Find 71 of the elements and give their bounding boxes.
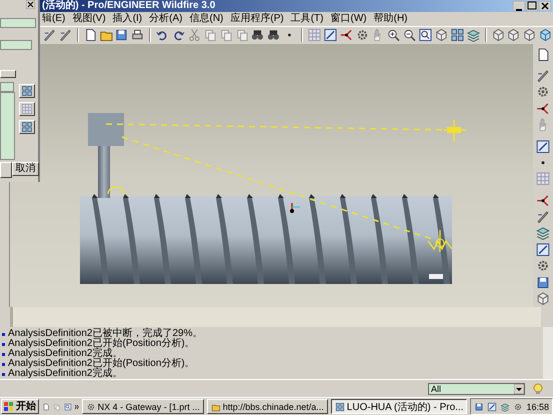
bullet-icon xyxy=(2,362,5,366)
axis-marker-icon xyxy=(427,229,453,252)
plane-icon[interactable] xyxy=(322,27,338,44)
pattern-icon xyxy=(334,402,345,412)
window-title: (活动的) - Pro/ENGINEER Wildfire 3.0 xyxy=(42,0,216,12)
zoom-in-icon[interactable] xyxy=(386,27,402,44)
pattern-icon[interactable] xyxy=(450,27,465,44)
bullet-icon xyxy=(2,352,5,356)
input-field[interactable] xyxy=(0,18,36,28)
cube-icon[interactable] xyxy=(490,27,506,44)
close-button[interactable] xyxy=(26,0,35,9)
taskbar-button[interactable]: LUO-HUA (活动的) - Pro... xyxy=(330,399,468,414)
pattern-icon[interactable] xyxy=(19,84,35,98)
message-text: AnalysisDefinition2完成。 xyxy=(8,349,122,360)
clock-text: 16:58 xyxy=(526,402,550,412)
cube-icon[interactable] xyxy=(535,291,551,307)
cube-icon[interactable] xyxy=(434,27,449,44)
bullet-icon xyxy=(2,372,5,376)
axis-icon[interactable] xyxy=(535,100,551,116)
sketch-icon[interactable] xyxy=(535,209,551,224)
maximize-button[interactable] xyxy=(526,1,538,11)
menu-item[interactable]: 工具(T) xyxy=(290,12,324,26)
cancel-button[interactable]: 取消 xyxy=(12,162,39,176)
zoom-out-icon[interactable] xyxy=(402,27,418,44)
layers-icon[interactable] xyxy=(466,27,481,44)
menu-item[interactable]: 帮助(H) xyxy=(374,12,408,26)
plane-icon[interactable] xyxy=(487,402,498,412)
menu-item[interactable]: 信息(N) xyxy=(189,12,224,26)
blank-button[interactable] xyxy=(0,162,12,178)
layers-icon[interactable] xyxy=(500,402,510,412)
taskbar-button[interactable]: http://bbs.chinade.net/a... xyxy=(206,399,328,414)
gear-icon[interactable] xyxy=(513,402,524,412)
menu-item[interactable]: 分析(A) xyxy=(149,12,182,26)
bullet-icon xyxy=(2,342,5,346)
axis-icon[interactable] xyxy=(535,192,551,208)
message-text: AnalysisDefinition2完成。 xyxy=(8,369,122,380)
dropdown-field[interactable] xyxy=(0,40,32,50)
minimize-button[interactable] xyxy=(513,1,525,11)
start-button[interactable]: 开始 xyxy=(1,399,39,414)
point-marker-icon xyxy=(290,202,300,213)
save-icon[interactable] xyxy=(474,402,484,412)
gear-icon xyxy=(86,402,96,412)
arc-marker-icon xyxy=(107,186,125,194)
taskbar-button[interactable]: NX 4 - Gateway - [1.prt ... xyxy=(82,399,204,414)
close-button[interactable] xyxy=(539,1,551,11)
scrollbar[interactable] xyxy=(543,327,553,380)
sketch-icon[interactable] xyxy=(535,68,551,84)
cube-icon[interactable] xyxy=(522,27,538,44)
menu-item[interactable]: 视图(V) xyxy=(72,12,106,26)
cube-icon[interactable] xyxy=(506,27,522,44)
filter-dropdown[interactable]: All xyxy=(428,382,525,395)
zoom-fit-icon[interactable] xyxy=(64,400,72,412)
windows-logo-icon xyxy=(4,402,14,412)
save-icon[interactable] xyxy=(535,274,551,290)
menu-item[interactable]: 辑(E) xyxy=(42,12,66,26)
menu-item[interactable]: 应用程序(P) xyxy=(230,12,284,26)
cube-icon[interactable] xyxy=(538,27,553,44)
dropdown-arrow-icon[interactable] xyxy=(514,384,524,394)
bullet-icon xyxy=(2,332,5,336)
dropdown-field[interactable] xyxy=(0,82,14,92)
menu-item[interactable]: 插入(I) xyxy=(112,12,142,26)
plane-icon[interactable] xyxy=(535,242,551,258)
chevron-icon[interactable] xyxy=(74,402,79,410)
plane-icon[interactable] xyxy=(535,138,551,154)
pattern-icon[interactable] xyxy=(19,120,35,134)
zoom-fit-icon[interactable] xyxy=(418,27,433,44)
sketch-icon[interactable] xyxy=(42,27,57,44)
sketch-icon[interactable] xyxy=(58,27,73,44)
axis-marker-icon xyxy=(443,118,467,142)
menu-item[interactable]: 窗口(W) xyxy=(330,12,367,26)
layers-icon[interactable] xyxy=(535,225,551,241)
